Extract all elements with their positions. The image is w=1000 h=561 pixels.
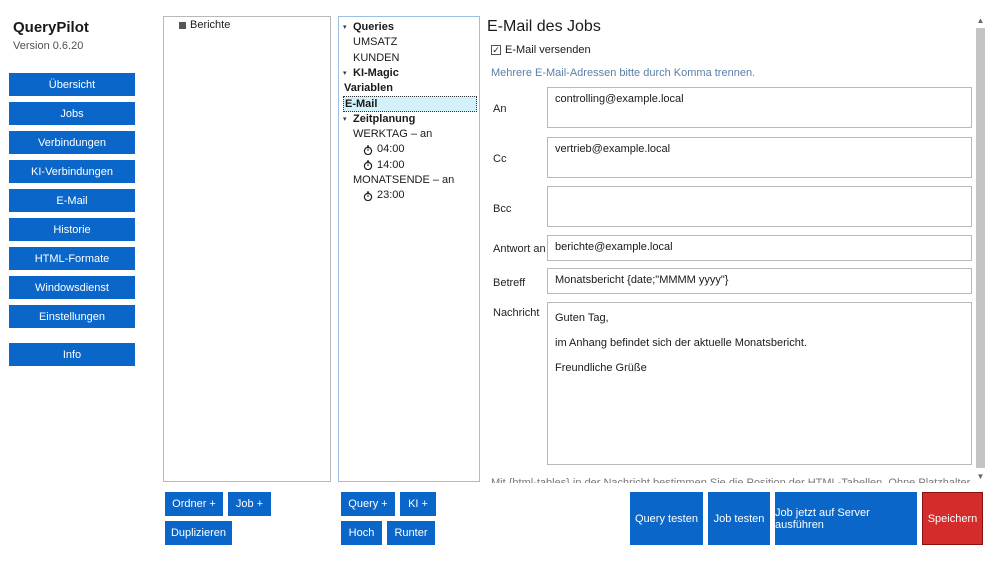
- message-line: Guten Tag,: [555, 312, 609, 324]
- cc-label: Cc: [493, 153, 507, 165]
- caret-down-icon: ▾: [343, 24, 347, 31]
- tree-node-time[interactable]: 14:00: [343, 158, 477, 173]
- tree-node-variablen[interactable]: Variablen: [343, 81, 477, 96]
- add-query-button[interactable]: Query +: [341, 492, 395, 516]
- folder-icon: [179, 21, 186, 29]
- add-job-button[interactable]: Job +: [228, 492, 271, 516]
- subject-label: Betreff: [493, 277, 526, 289]
- address-hint: Mehrere E-Mail-Adressen bitte durch Komm…: [491, 67, 756, 79]
- nav-uebersicht-button[interactable]: Übersicht: [9, 73, 135, 96]
- form-scrollbar[interactable]: ▲ ▼: [975, 16, 986, 482]
- page-title: E-Mail des Jobs: [487, 18, 601, 35]
- tree-node-monatsende[interactable]: MONATSENDE – an: [343, 173, 477, 188]
- folder-tree-panel[interactable]: Berichte: [163, 16, 331, 482]
- html-tables-hint: Mit {html-tables} in der Nachricht besti…: [491, 477, 971, 483]
- folder-tree-item-berichte[interactable]: Berichte: [179, 19, 230, 31]
- nav-email-button[interactable]: E-Mail: [9, 189, 135, 212]
- scroll-up-arrow-icon[interactable]: ▲: [975, 16, 986, 26]
- folder-tree-item-label: Berichte: [190, 19, 231, 31]
- run-job-on-server-button[interactable]: Job jetzt auf Server ausführen: [775, 492, 917, 545]
- tree-node-query-umsatz[interactable]: UMSATZ: [343, 35, 477, 50]
- app-title: QueryPilot: [13, 19, 89, 36]
- message-line: Freundliche Grüße: [555, 362, 647, 374]
- message-textarea[interactable]: Guten Tag, im Anhang befindet sich der a…: [547, 302, 972, 465]
- bcc-label: Bcc: [493, 203, 512, 215]
- tree-node-query-kunden[interactable]: KUNDEN: [343, 51, 477, 66]
- stopwatch-icon: [363, 191, 373, 201]
- message-label: Nachricht: [493, 307, 540, 319]
- app-version: Version 0.6.20: [13, 40, 84, 52]
- nav-ki-verbindungen-button[interactable]: KI-Verbindungen: [9, 160, 135, 183]
- nav-html-formate-button[interactable]: HTML-Formate: [9, 247, 135, 270]
- tree-node-werktag[interactable]: WERKTAG – an: [343, 127, 477, 142]
- bcc-field[interactable]: [547, 186, 972, 227]
- subject-field[interactable]: Monatsbericht {date;"MMMM yyyy"}: [547, 268, 972, 294]
- duplicate-button[interactable]: Duplizieren: [165, 521, 232, 545]
- send-email-checkbox-row[interactable]: ✓ E-Mail versenden: [491, 44, 591, 56]
- move-down-button[interactable]: Runter: [387, 521, 435, 545]
- send-email-label: E-Mail versenden: [505, 44, 591, 56]
- reply-to-label: Antwort an: [493, 243, 546, 255]
- tree-node-email-selected[interactable]: E-Mail: [343, 96, 477, 112]
- tree-node-queries[interactable]: ▾ Queries: [343, 20, 477, 35]
- scroll-down-arrow-icon[interactable]: ▼: [975, 472, 986, 482]
- test-query-button[interactable]: Query testen: [630, 492, 703, 545]
- caret-down-icon: ▾: [343, 115, 347, 123]
- tree-node-time[interactable]: 04:00: [343, 142, 477, 157]
- nav-historie-button[interactable]: Historie: [9, 218, 135, 241]
- tree-node-ki-magic[interactable]: ▾ KI-Magic: [343, 66, 477, 81]
- add-folder-button[interactable]: Ordner +: [165, 492, 223, 516]
- stopwatch-icon: [363, 160, 373, 171]
- to-field[interactable]: controlling@example.local: [547, 87, 972, 128]
- nav-jobs-button[interactable]: Jobs: [9, 102, 135, 125]
- cc-field[interactable]: vertrieb@example.local: [547, 137, 972, 178]
- nav-windowsdienst-button[interactable]: Windowsdienst: [9, 276, 135, 299]
- tree-node-time[interactable]: 23:00: [343, 188, 477, 203]
- tree-node-zeitplanung[interactable]: ▾ Zeitplanung: [343, 112, 477, 127]
- reply-to-field[interactable]: berichte@example.local: [547, 235, 972, 261]
- nav-einstellungen-button[interactable]: Einstellungen: [9, 305, 135, 328]
- message-line: im Anhang befindet sich der aktuelle Mon…: [555, 337, 807, 349]
- to-label: An: [493, 103, 507, 115]
- main-nav: Übersicht Jobs Verbindungen KI-Verbindun…: [9, 73, 135, 372]
- send-email-checkbox[interactable]: ✓: [491, 45, 501, 55]
- move-up-button[interactable]: Hoch: [341, 521, 382, 545]
- test-job-button[interactable]: Job testen: [708, 492, 770, 545]
- stopwatch-icon: [363, 145, 373, 156]
- nav-verbindungen-button[interactable]: Verbindungen: [9, 131, 135, 154]
- save-button[interactable]: Speichern: [922, 492, 983, 545]
- add-ki-button[interactable]: KI +: [400, 492, 436, 516]
- job-tree-panel[interactable]: ▾ Queries UMSATZ KUNDEN ▾ KI-Magic Varia…: [338, 16, 480, 482]
- scroll-thumb[interactable]: [976, 28, 985, 468]
- caret-down-icon: ▾: [343, 69, 347, 77]
- nav-info-button[interactable]: Info: [9, 343, 135, 366]
